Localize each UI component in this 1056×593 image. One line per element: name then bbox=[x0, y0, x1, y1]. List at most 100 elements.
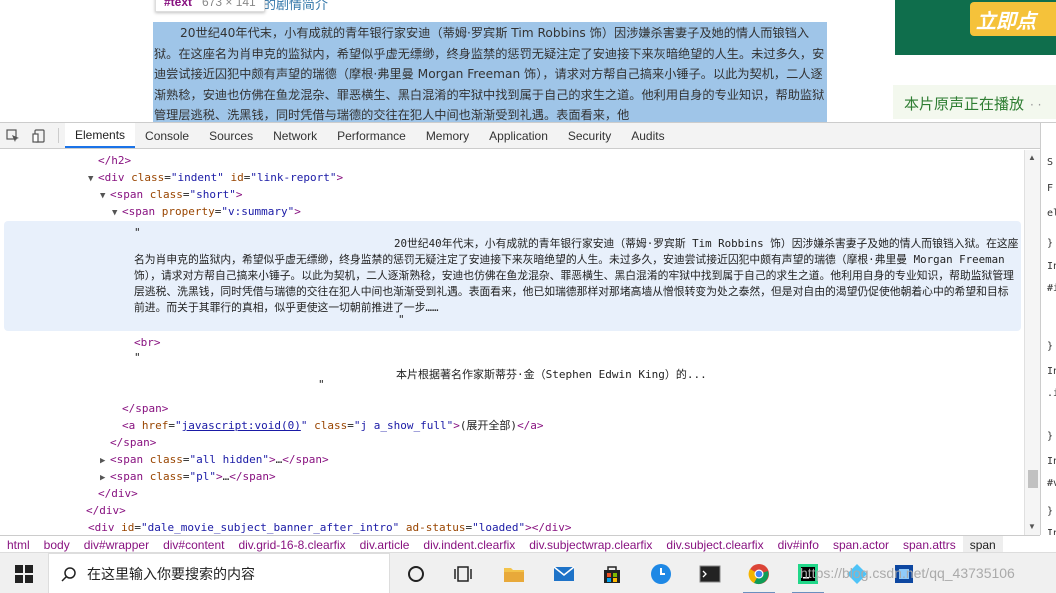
tab-security[interactable]: Security bbox=[558, 123, 621, 148]
tag-name: span bbox=[128, 205, 156, 218]
task-view-button[interactable] bbox=[441, 553, 485, 593]
section-heading: 的剧情简介 bbox=[263, 0, 329, 12]
styles-pane[interactable]: S F el } In #i } In .i } In #v } In bbox=[1040, 123, 1056, 535]
tab-memory[interactable]: Memory bbox=[416, 123, 479, 148]
attr-name: class bbox=[149, 470, 183, 483]
breadcrumb-item[interactable]: html bbox=[0, 538, 37, 552]
summary-text-node[interactable]: 20世纪40年代末，小有成就的青年银行家安迪（蒂姆·罗宾斯 Tim Robbin… bbox=[134, 236, 1019, 316]
ad-action-button[interactable]: 立即点 bbox=[970, 2, 1056, 36]
breadcrumb-item[interactable]: div.indent.clearfix bbox=[416, 538, 522, 552]
close-h2-tag: </h2> bbox=[98, 154, 132, 167]
attr-value: dale_movie_subject_banner_after_intro bbox=[147, 521, 393, 534]
expand-triangle-icon[interactable]: ▼ bbox=[88, 171, 98, 188]
breadcrumb-item[interactable]: div.grid-16-8.clearfix bbox=[231, 538, 352, 552]
dom-line-div-banner[interactable]: <div id="dale_movie_subject_banner_after… bbox=[88, 519, 572, 535]
scroll-up-icon[interactable]: ▲ bbox=[1028, 153, 1036, 162]
breadcrumb-item[interactable]: div#wrapper bbox=[77, 538, 156, 552]
attr-name: class bbox=[149, 188, 183, 201]
close-span-tag: </span> bbox=[110, 436, 157, 449]
styles-fragment: } bbox=[1047, 341, 1054, 352]
close-span-tag: </span> bbox=[122, 402, 169, 415]
attr-name: class bbox=[314, 419, 348, 432]
windows-start-button[interactable] bbox=[0, 553, 48, 593]
inspect-element-icon[interactable] bbox=[0, 123, 26, 148]
styles-fragment: .i bbox=[1047, 388, 1056, 399]
tab-application[interactable]: Application bbox=[479, 123, 558, 148]
taskbar-search-box[interactable]: 在这里输入你要搜索的内容 bbox=[48, 553, 390, 593]
dom-line-span-short[interactable]: ▼ <span class="short"> bbox=[100, 186, 243, 203]
breadcrumb-item[interactable]: div.subjectwrap.clearfix bbox=[522, 538, 659, 552]
clock-app-button[interactable] bbox=[639, 553, 683, 593]
folder-icon bbox=[504, 567, 524, 582]
tab-divider bbox=[58, 128, 59, 143]
breadcrumb-item[interactable]: span.actor bbox=[826, 538, 896, 552]
devtools-panel: Elements Console Sources Network Perform… bbox=[0, 122, 1056, 553]
attr-name: class bbox=[131, 171, 165, 184]
styles-fragment: In bbox=[1047, 261, 1056, 272]
tab-elements[interactable]: Elements bbox=[65, 123, 136, 148]
ad-banner[interactable]: 立即点 bbox=[895, 0, 1056, 55]
dom-line-h2-close[interactable]: </h2> bbox=[98, 152, 131, 169]
tab-network[interactable]: Network bbox=[263, 123, 327, 148]
tag-name: div bbox=[104, 171, 125, 184]
dom-line-span-summary[interactable]: ▼ <span property="v:summary"> bbox=[112, 203, 301, 220]
file-explorer-button[interactable] bbox=[492, 553, 536, 593]
styles-fragment: In bbox=[1047, 366, 1056, 377]
mail-button[interactable] bbox=[542, 553, 586, 593]
dom-line-span-pl[interactable]: ▶ <span class="pl">…</span> bbox=[100, 468, 276, 485]
scrollbar-thumb[interactable] bbox=[1028, 470, 1038, 488]
breadcrumb-item[interactable]: span.attrs bbox=[896, 538, 963, 552]
search-icon bbox=[61, 566, 76, 582]
attr-name: ad-status bbox=[405, 521, 466, 534]
tab-sources[interactable]: Sources bbox=[199, 123, 263, 148]
expand-triangle-icon[interactable]: ▼ bbox=[100, 188, 110, 205]
soundtrack-label: 本片原声正在播放 bbox=[904, 95, 1025, 113]
tooltip-node-size: 673 × 141 bbox=[202, 0, 256, 9]
dom-line-span-close[interactable]: </span> bbox=[122, 400, 168, 417]
text-node-quote-close: " bbox=[398, 313, 405, 326]
cortana-button[interactable] bbox=[394, 553, 438, 593]
dom-line-div-close[interactable]: </div> bbox=[98, 485, 138, 502]
tab-console[interactable]: Console bbox=[135, 123, 199, 148]
dom-line-div-close-2[interactable]: </div> bbox=[86, 502, 126, 519]
scroll-down-icon[interactable]: ▼ bbox=[1028, 522, 1036, 531]
text-node-quote-open-2: " bbox=[134, 351, 141, 364]
styles-fragment: In bbox=[1047, 456, 1056, 467]
more-text-node[interactable]: 本片根据著名作家斯蒂芬·金（Stephen Edwin King）的... bbox=[396, 366, 707, 383]
href-link[interactable]: javascript:void(0) bbox=[182, 419, 301, 432]
breadcrumb-item[interactable]: div.subject.clearfix bbox=[659, 538, 770, 552]
styles-fragment: #i bbox=[1047, 283, 1056, 294]
attr-name: property bbox=[161, 205, 215, 218]
attr-name: href bbox=[141, 419, 169, 432]
dom-breadcrumb: html body div#wrapper div#content div.gr… bbox=[0, 535, 1040, 553]
soundtrack-banner[interactable]: 本片原声正在播放 · · bbox=[893, 85, 1056, 119]
attr-value: pl bbox=[196, 470, 210, 483]
chrome-button[interactable] bbox=[737, 553, 781, 593]
device-toolbar-icon[interactable] bbox=[26, 123, 52, 148]
br-tag: <br> bbox=[134, 336, 161, 349]
breadcrumb-item[interactable]: body bbox=[37, 538, 77, 552]
dom-line-span-hidden[interactable]: ▶ <span class="all hidden">…</span> bbox=[100, 451, 329, 468]
dom-line-div-indent[interactable]: ▼ <div class="indent" id="link-report"> bbox=[88, 169, 343, 186]
styles-fragment: } bbox=[1047, 431, 1054, 442]
terminal-button[interactable] bbox=[688, 553, 732, 593]
expand-triangle-icon[interactable]: ▼ bbox=[112, 205, 122, 222]
dom-line-a-show-full[interactable]: <a href="javascript:void(0)" class="j a_… bbox=[122, 417, 544, 434]
task-view-icon bbox=[454, 565, 472, 582]
breadcrumb-item[interactable]: div#info bbox=[771, 538, 826, 552]
breadcrumb-item[interactable]: div#content bbox=[156, 538, 231, 552]
breadcrumb-item[interactable]: div.article bbox=[353, 538, 417, 552]
chrome-icon bbox=[748, 563, 769, 584]
styles-fragment: } bbox=[1047, 238, 1054, 249]
attr-value: link-report bbox=[257, 171, 330, 184]
soundtrack-dots: · · bbox=[1030, 98, 1042, 112]
store-button[interactable] bbox=[590, 553, 634, 593]
dom-line-span-close-2[interactable]: </span> bbox=[110, 434, 156, 451]
tab-performance[interactable]: Performance bbox=[327, 123, 416, 148]
elements-scrollbar[interactable]: ▲ ▼ bbox=[1024, 150, 1040, 535]
attr-value: all hidden bbox=[196, 453, 263, 466]
store-bag-icon bbox=[604, 565, 620, 583]
tab-audits[interactable]: Audits bbox=[621, 123, 674, 148]
attr-value: loaded bbox=[478, 521, 519, 534]
breadcrumb-item-current[interactable]: span bbox=[962, 536, 1003, 553]
